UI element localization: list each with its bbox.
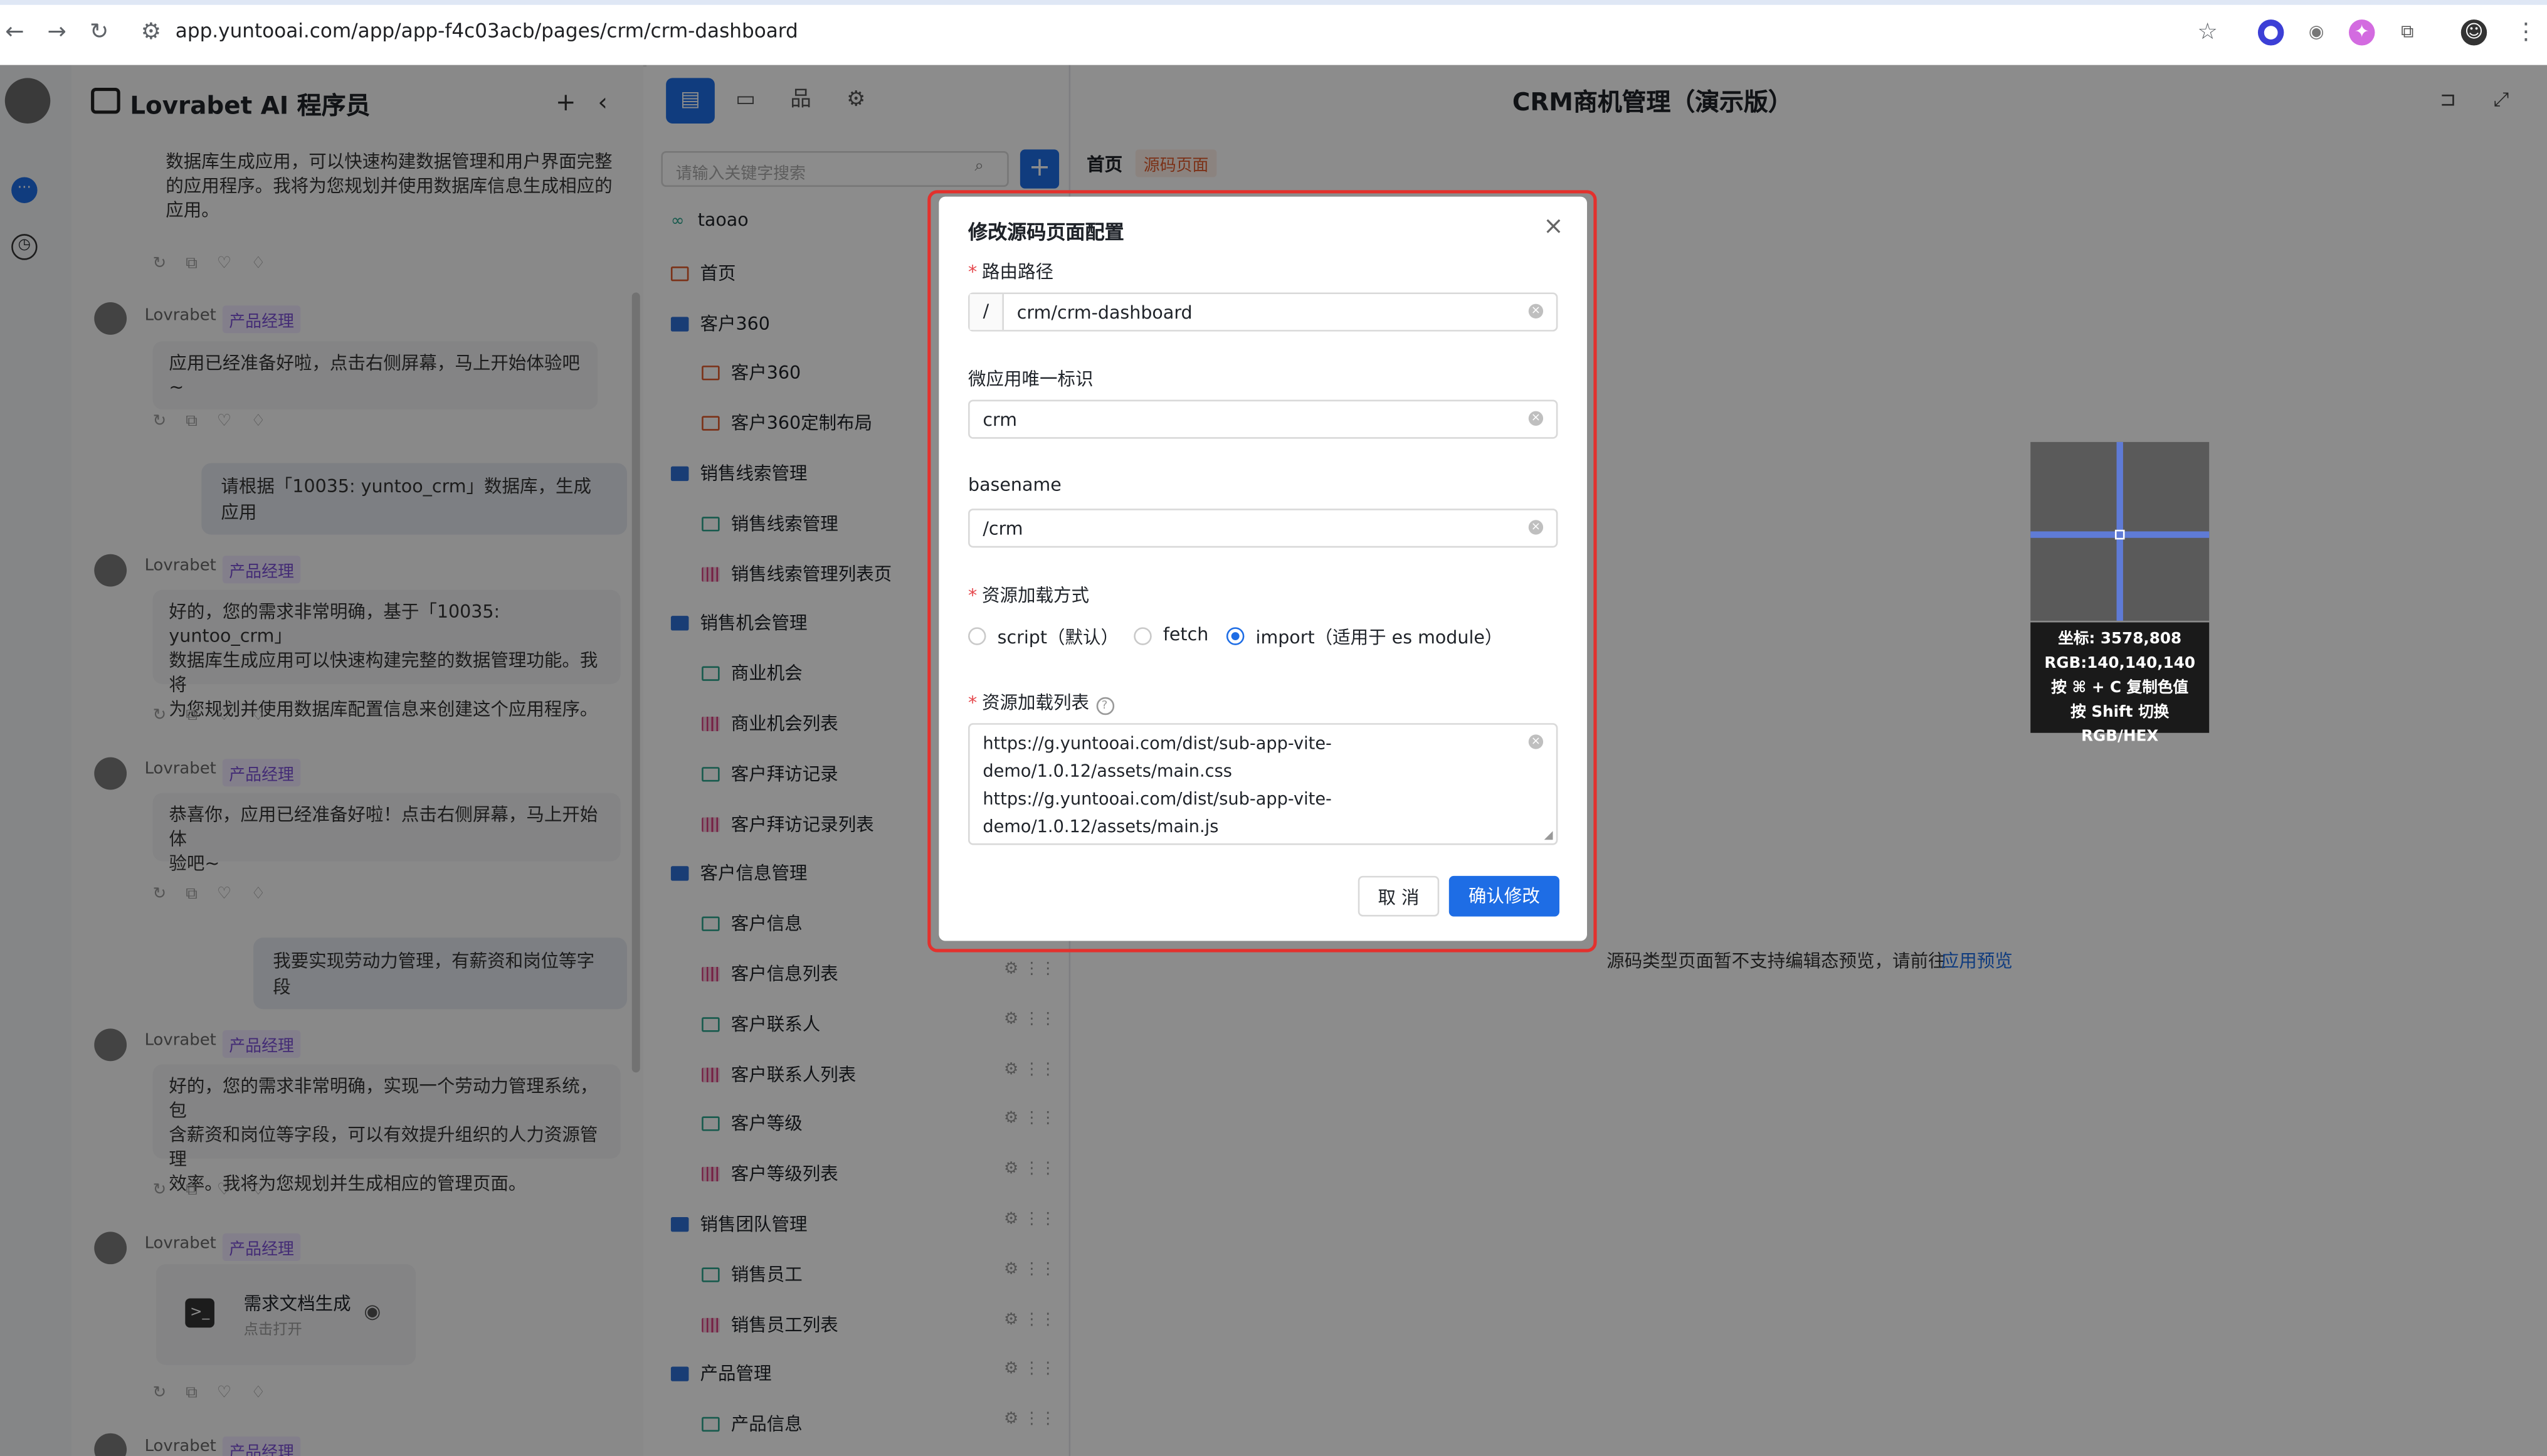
load-mode-label-text: 资源加载方式 — [982, 584, 1089, 606]
resource-list-label: * 资源加载列表? — [968, 689, 1114, 715]
back-icon[interactable]: ← — [0, 18, 29, 48]
picker-shift-hint: 按 Shift 切换 RGB/HEX — [2070, 704, 2170, 746]
clear-icon[interactable]: × — [1528, 734, 1544, 749]
basename-value: /crm — [983, 518, 1023, 540]
radio-script-label[interactable]: script（默认） — [998, 624, 1119, 650]
color-picker-tooltip: 坐标: 3578,808 RGB:140,140,140 按 ⌘ + C 复制色… — [2030, 622, 2210, 746]
reload-icon[interactable]: ↻ — [85, 18, 114, 48]
basename-field[interactable]: /crm × — [968, 509, 1558, 548]
menu-kebab-icon[interactable]: ⋮ — [2511, 18, 2541, 48]
cancel-button[interactable]: 取 消 — [1358, 875, 1440, 917]
puzzle-icon[interactable]: ⧉ — [2395, 19, 2420, 45]
radio-import[interactable] — [1226, 627, 1245, 645]
basename-label: basename — [968, 474, 1062, 496]
resource-line: https://g.yuntooai.com/dist/sub-app-vite… — [983, 789, 1332, 810]
radio-script[interactable] — [968, 627, 986, 645]
load-mode-label: * 资源加载方式 — [968, 584, 1089, 606]
confirm-button[interactable]: 确认修改 — [1448, 875, 1559, 917]
tab-strip — [0, 0, 2547, 5]
browser-toolbar: ← → ↻ ⚙ app.yuntooai.com/app/app-f4c03ac… — [0, 0, 2547, 67]
profile-avatar[interactable]: ☺ — [2460, 19, 2487, 46]
extension-icon-1[interactable]: ● — [2257, 19, 2284, 46]
route-prefix: / — [969, 294, 1004, 330]
extension-icon-2[interactable]: ✦ — [2349, 19, 2375, 46]
resource-lines: https://g.yuntooai.com/dist/sub-app-vite… — [983, 731, 1332, 841]
picker-rgb: RGB:140,140,140 — [2044, 655, 2196, 673]
app-id-label: 微应用唯一标识 — [968, 369, 1094, 390]
dialog-title: 修改源码页面配置 — [968, 221, 1124, 244]
site-info-icon[interactable]: ⚙ — [137, 18, 166, 48]
camera-icon[interactable]: ◉ — [2303, 19, 2329, 45]
help-icon[interactable]: ? — [1095, 697, 1114, 715]
app-id-value: crm — [983, 409, 1017, 431]
edit-source-page-dialog: 修改源码页面配置 × * 路由路径 / crm/crm-dashboard × 微… — [939, 196, 1588, 941]
radio-import-label[interactable]: import（适用于 es module） — [1256, 624, 1503, 650]
resource-list-label-text: 资源加载列表 — [982, 692, 1089, 714]
clear-icon[interactable]: × — [1528, 303, 1544, 319]
radio-fetch-label[interactable]: fetch — [1163, 624, 1208, 645]
bookmark-star-icon[interactable]: ☆ — [2193, 18, 2222, 48]
resource-list-textarea[interactable]: https://g.yuntooai.com/dist/sub-app-vite… — [968, 723, 1558, 845]
radio-fetch[interactable] — [1134, 627, 1152, 645]
app-id-field[interactable]: crm × — [968, 399, 1558, 439]
crosshair-center — [2114, 529, 2125, 540]
resource-line: demo/1.0.12/assets/main.js — [983, 817, 1219, 837]
route-label-text: 路由路径 — [982, 261, 1054, 283]
route-label: * 路由路径 — [968, 261, 1054, 283]
route-field[interactable]: / crm/crm-dashboard × — [968, 292, 1558, 332]
picker-copy-hint: 按 ⌘ + C 复制色值 — [2051, 679, 2189, 697]
close-icon[interactable]: × — [1543, 211, 1564, 241]
clear-icon[interactable]: × — [1528, 520, 1544, 535]
resource-line: demo/1.0.12/assets/main.css — [983, 762, 1232, 782]
resource-line: https://g.yuntooai.com/dist/sub-app-vite… — [983, 734, 1332, 754]
address-bar[interactable]: app.yuntooai.com/app/app-f4c03acb/pages/… — [176, 19, 798, 42]
color-picker-magnifier — [2030, 441, 2210, 621]
route-value: crm/crm-dashboard — [1016, 302, 1193, 324]
picker-coord: 坐标: 3578,808 — [2058, 630, 2182, 649]
forward-icon[interactable]: → — [42, 18, 71, 48]
resize-handle-icon[interactable]: ◢ — [1544, 829, 1553, 842]
clear-icon[interactable]: × — [1528, 411, 1544, 426]
